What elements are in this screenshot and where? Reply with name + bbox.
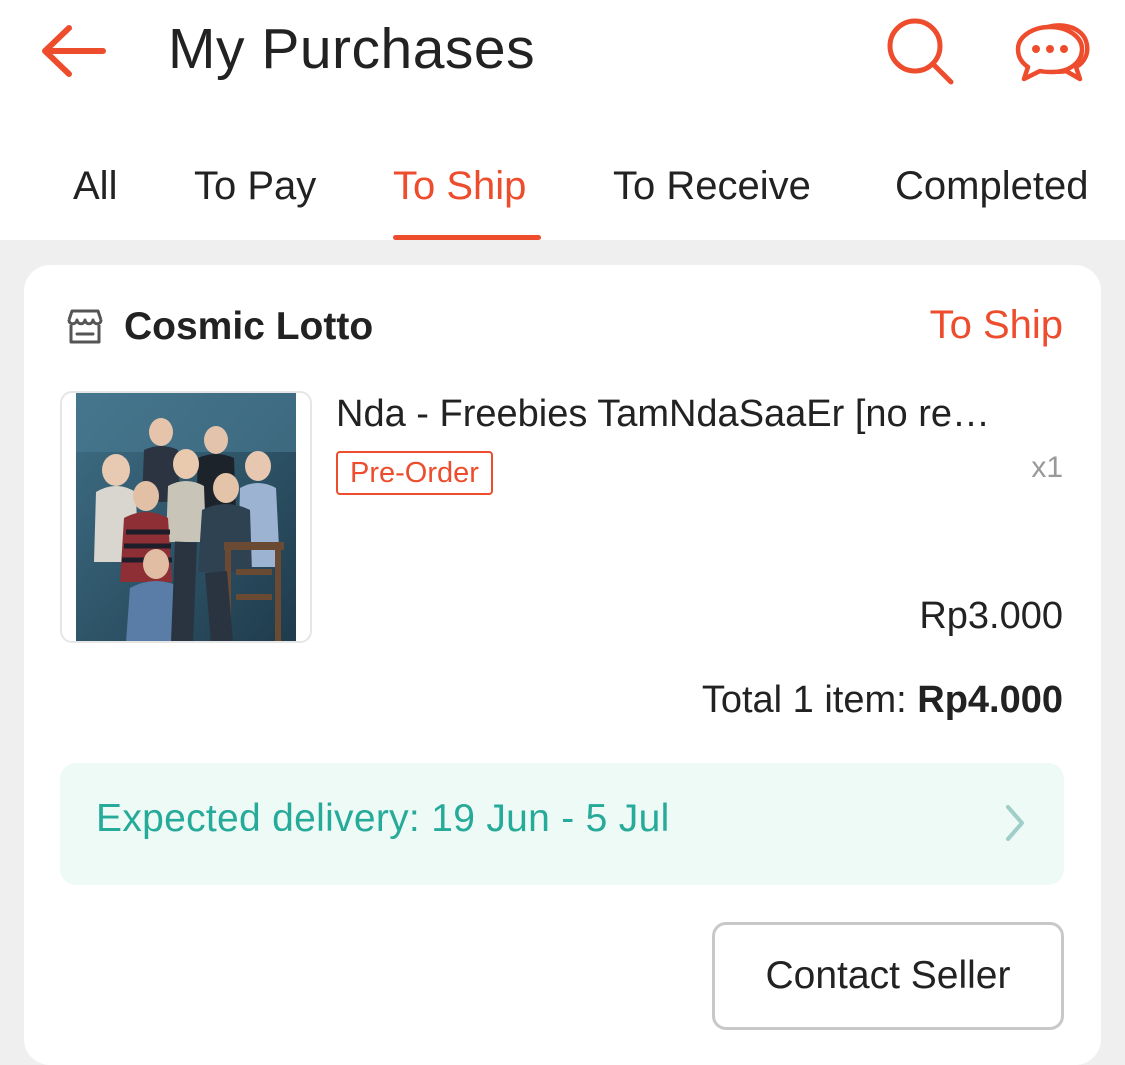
chat-bubbles-icon [1015,23,1090,82]
total-label: Total 1 item: [701,679,918,721]
chevron-right-icon [1006,805,1024,841]
active-tab-indicator [393,235,541,240]
order-card[interactable]: Cosmic Lotto To Ship Nda - Freebies TamN… [24,265,1101,1065]
back-button[interactable] [36,18,112,84]
tab-to-pay[interactable]: To Pay [194,160,316,240]
total-amount: Rp4.000 [917,679,1063,721]
product-name[interactable]: Nda - Freebies TamNdaSaaEr [no re… [336,391,1066,437]
tab-to-ship-label: To Ship [393,164,527,208]
product-quantity: x1 [1031,451,1063,484]
order-status: To Ship [929,303,1063,347]
expected-delivery-text: Expected delivery: 19 Jun - 5 Jul [96,797,670,840]
shop-row[interactable]: Cosmic Lotto [64,301,373,353]
search-button[interactable] [882,16,958,86]
tab-all[interactable]: All [73,160,117,240]
contact-seller-button[interactable]: Contact Seller [712,922,1064,1030]
store-icon [64,306,106,348]
tab-completed[interactable]: Completed [895,160,1088,240]
top-bar: My Purchases All To Pay To Ship To Recei… [0,0,1125,240]
product-price: Rp3.000 [919,595,1063,637]
expected-delivery-row[interactable]: Expected delivery: 19 Jun - 5 Jul [60,763,1064,885]
product-image[interactable] [60,391,312,643]
order-total: Total 1 item: Rp4.000 [702,679,1063,722]
tab-to-ship[interactable]: To Ship [393,160,541,240]
tab-to-receive[interactable]: To Receive [613,160,811,240]
shop-name: Cosmic Lotto [124,305,374,348]
chat-button[interactable] [1012,18,1092,84]
page-title: My Purchases [168,17,536,81]
search-icon [887,18,954,85]
arrow-left-icon [42,25,106,77]
order-status-tabs: All To Pay To Ship To Receive Completed [0,150,1125,240]
pre-order-badge: Pre-Order [336,451,493,495]
